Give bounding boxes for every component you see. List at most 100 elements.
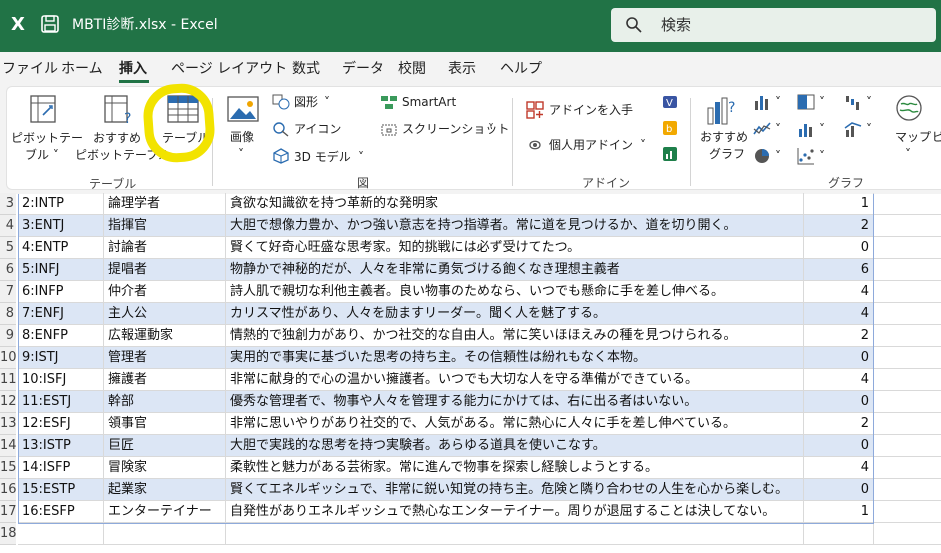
cell-type-name[interactable]: 提唱者 (104, 259, 226, 281)
cell-code[interactable]: 16:ESFP (18, 501, 104, 523)
tab-view[interactable]: 表示 (448, 60, 476, 78)
cell-count[interactable]: 4 (804, 369, 874, 391)
cell-type-name[interactable]: 討論者 (104, 237, 226, 259)
empty-cell[interactable] (874, 369, 941, 391)
search-box[interactable]: 検索 (611, 8, 936, 42)
cell-code[interactable]: 15:ESTP (18, 479, 104, 501)
get-addins-icon[interactable] (526, 101, 544, 119)
cell-code[interactable]: 7:ENFJ (18, 303, 104, 325)
empty-cell[interactable] (874, 413, 941, 435)
empty-cell[interactable] (874, 523, 941, 545)
cell-count[interactable]: 6 (804, 259, 874, 281)
tab-help[interactable]: ヘルプ (500, 60, 542, 78)
cell-count[interactable]: 2 (804, 325, 874, 347)
cell-type-name[interactable]: 主人公 (104, 303, 226, 325)
cell-code[interactable]: 14:ISFP (18, 457, 104, 479)
screenshot-icon[interactable] (380, 121, 398, 137)
line-chart-dropdown-icon[interactable]: ˅ (775, 122, 781, 136)
cell-description[interactable]: 大胆で想像力豊か、かつ強い意志を持つ指導者。常に道を見つけるか、道を切り開く。 (226, 215, 804, 237)
map-chart-icon[interactable] (895, 94, 923, 122)
tab-home[interactable]: ホーム (61, 60, 103, 78)
cell-description[interactable]: 詩人肌で親切な利他主義者。良い物事のためなら、いつでも懸命に手を差し伸べる。 (226, 281, 804, 303)
hierarchy-chart-dropdown-icon[interactable]: ˅ (819, 95, 825, 109)
row-header[interactable]: 17 (0, 501, 16, 523)
row-header[interactable]: 10 (0, 347, 16, 369)
pivot-table-label-2[interactable]: ブル ˅ (25, 148, 59, 162)
empty-cell[interactable] (874, 215, 941, 237)
cell-count[interactable]: 0 (804, 391, 874, 413)
pie-chart-icon[interactable] (753, 147, 771, 165)
cell-code[interactable]: 13:ISTP (18, 435, 104, 457)
people-graph-icon[interactable] (662, 146, 678, 162)
cell-type-name[interactable]: 幹部 (104, 391, 226, 413)
my-addins-label[interactable]: 個人用アドイン (549, 138, 633, 152)
save-icon[interactable] (40, 14, 60, 34)
cell-code[interactable]: 12:ESFJ (18, 413, 104, 435)
cell-type-name[interactable]: 論理学者 (104, 193, 226, 215)
tab-page-layout[interactable]: ページ レイアウト (171, 60, 287, 78)
row-header[interactable]: 14 (0, 435, 16, 457)
cell-type-name[interactable]: 冒険家 (104, 457, 226, 479)
scatter-chart-icon[interactable] (797, 147, 815, 165)
worksheet-grid[interactable]: 3 2:INTP 論理学者 貪欲な知識欲を持つ革新的な発明家 1 4 3:ENTJ 指揮官 大胆… (0, 193, 941, 553)
cell-description[interactable]: 柔軟性と魅力がある芸術家。常に進んで物事を探索し経験しようとする。 (226, 457, 804, 479)
statistic-chart-icon[interactable] (797, 120, 815, 138)
3d-model-label[interactable]: 3D モデル (294, 150, 351, 164)
empty-cell[interactable] (874, 501, 941, 523)
tab-review[interactable]: 校閲 (398, 60, 426, 78)
row-header[interactable]: 6 (0, 259, 16, 281)
combo-chart-icon[interactable] (844, 120, 862, 138)
empty-cell[interactable] (226, 523, 804, 545)
column-chart-dropdown-icon[interactable]: ˅ (775, 95, 781, 109)
cell-description[interactable]: 賢くてエネルギッシュで、非常に鋭い知覚の持ち主。危険と隣り合わせの人生を心から楽… (226, 479, 804, 501)
line-chart-icon[interactable] (753, 120, 771, 138)
cell-type-name[interactable]: エンターテイナー (104, 501, 226, 523)
cell-code[interactable]: 8:ENFP (18, 325, 104, 347)
cell-code[interactable]: 6:INFP (18, 281, 104, 303)
empty-cell[interactable] (874, 325, 941, 347)
cell-description[interactable]: カリスマ性があり、人々を励ますリーダー。聞く人を魅了する。 (226, 303, 804, 325)
scatter-chart-dropdown-icon[interactable]: ˅ (819, 149, 825, 163)
recommended-charts-label-2[interactable]: グラフ (709, 147, 745, 161)
cell-code[interactable]: 4:ENTP (18, 237, 104, 259)
map-chart-dropdown-icon[interactable]: ˅ (905, 147, 911, 161)
my-addins-icon[interactable] (526, 136, 544, 154)
waterfall-chart-icon[interactable] (844, 93, 862, 111)
row-header[interactable]: 18 (0, 523, 16, 545)
cell-count[interactable]: 1 (804, 501, 874, 523)
column-chart-icon[interactable] (753, 93, 771, 111)
empty-cell[interactable] (874, 435, 941, 457)
empty-cell[interactable] (874, 193, 941, 215)
3d-model-icon[interactable] (272, 148, 290, 164)
cell-description[interactable]: 自発性がありエネルギッシュで熱心なエンターテイナー。周りが退屈することは決してな… (226, 501, 804, 523)
tab-insert[interactable]: 挿入 (119, 60, 147, 78)
cell-code[interactable]: 3:ENTJ (18, 215, 104, 237)
cell-count[interactable]: 0 (804, 479, 874, 501)
empty-cell[interactable] (874, 281, 941, 303)
empty-cell[interactable] (874, 479, 941, 501)
pie-chart-dropdown-icon[interactable]: ˅ (775, 149, 781, 163)
cell-description[interactable]: 実用的で事実に基づいた思考の持ち主。その信頼性は紛れもなく本物。 (226, 347, 804, 369)
combo-chart-dropdown-icon[interactable]: ˅ (866, 122, 872, 136)
cell-type-name[interactable]: 巨匠 (104, 435, 226, 457)
cell-code[interactable]: 9:ISTJ (18, 347, 104, 369)
empty-cell[interactable] (104, 523, 226, 545)
cell-description[interactable]: 賢くて好奇心旺盛な思考家。知的挑戦には必ず受けてたつ。 (226, 237, 804, 259)
map-chart-label[interactable]: マップ (895, 130, 931, 144)
cell-code[interactable]: 2:INTP (18, 193, 104, 215)
cell-type-name[interactable]: 管理者 (104, 347, 226, 369)
cell-count[interactable]: 2 (804, 413, 874, 435)
recommended-pivot-label-1[interactable]: おすすめ (93, 131, 141, 145)
empty-cell[interactable] (18, 523, 104, 545)
shapes-label[interactable]: 図形 (294, 95, 318, 109)
cell-type-name[interactable]: 起業家 (104, 479, 226, 501)
smartart-label[interactable]: SmartArt (402, 95, 456, 109)
row-header[interactable]: 7 (0, 281, 16, 303)
cell-type-name[interactable]: 指揮官 (104, 215, 226, 237)
visio-icon[interactable]: V (662, 94, 678, 110)
pivot-table-label-1[interactable]: ピボットテー (11, 131, 83, 145)
recommended-pivot-icon[interactable]: ? (99, 93, 135, 127)
tab-file[interactable]: ファイル (2, 60, 58, 78)
empty-cell[interactable] (874, 303, 941, 325)
row-header[interactable]: 12 (0, 391, 16, 413)
